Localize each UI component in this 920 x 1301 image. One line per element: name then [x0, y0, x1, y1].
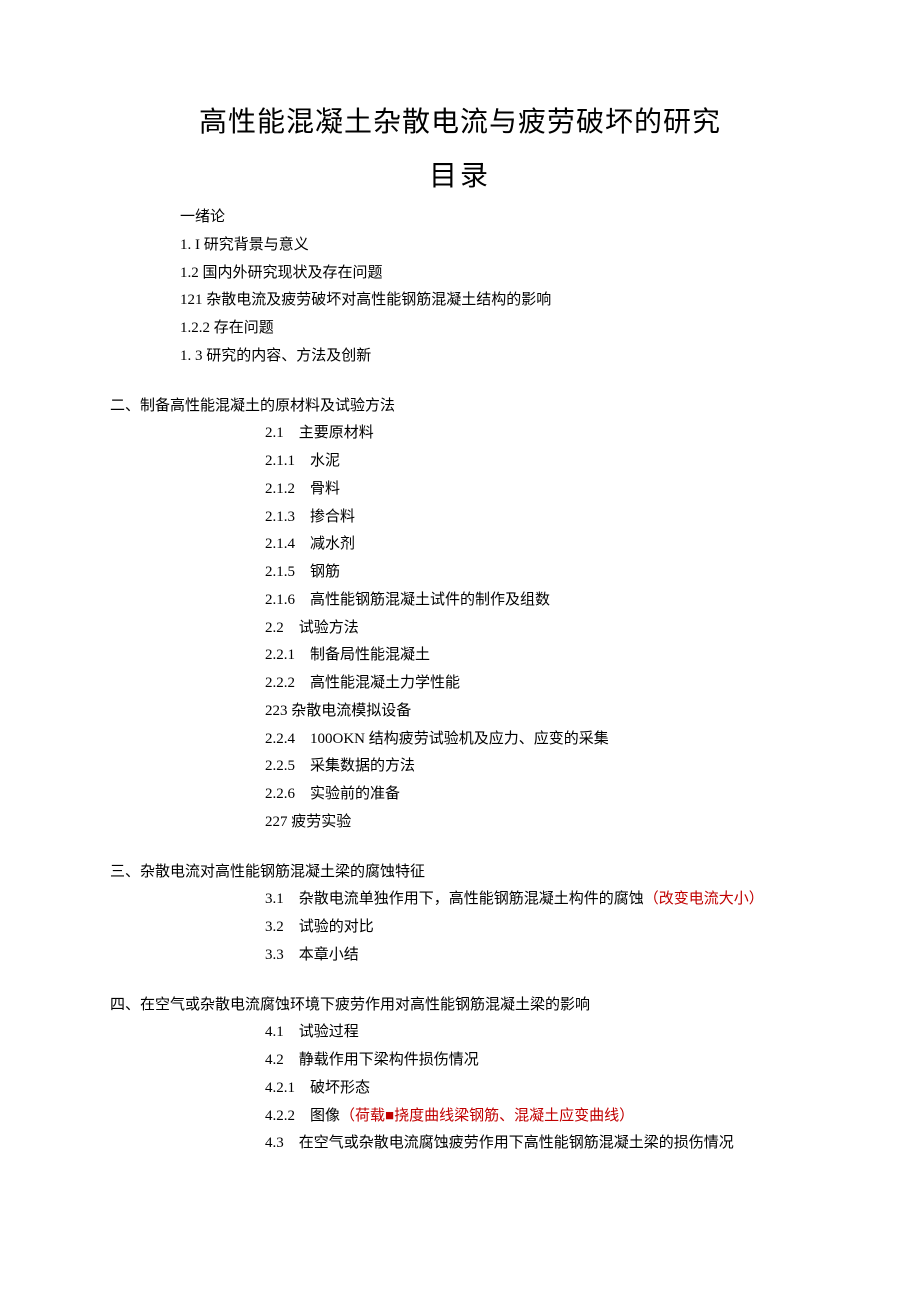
toc-item: 4.2.1 破坏形态: [110, 1075, 810, 1103]
toc-item: 2.2 试验方法: [110, 615, 810, 643]
section-3: 三、杂散电流对高性能钢筋混凝土梁的腐蚀特征 3.1 杂散电流单独作用下，高性能钢…: [110, 859, 810, 970]
toc-item: 2.1 主要原材料: [110, 420, 810, 448]
toc-item: 227 疲劳实验: [110, 809, 810, 837]
toc-item: 2.2.1 制备局性能混凝土: [110, 642, 810, 670]
toc-heading: 一绪论: [110, 204, 810, 232]
toc-item: 121 杂散电流及疲劳破坏对高性能钢筋混凝土结构的影响: [110, 287, 810, 315]
toc-item: 2.1.3 掺合料: [110, 504, 810, 532]
document-title: 高性能混凝土杂散电流与疲劳破坏的研究: [110, 100, 810, 140]
toc-item: 4.3 在空气或杂散电流腐蚀疲劳作用下高性能钢筋混凝土梁的损伤情况: [110, 1130, 810, 1158]
toc-title: 目录: [110, 154, 810, 194]
document-page: 高性能混凝土杂散电流与疲劳破坏的研究 目录 一绪论 1. I 研究背景与意义 1…: [0, 0, 920, 1240]
toc-item-note: （荷载■挠度曲线梁钢筋、混凝土应变曲线）: [340, 1108, 634, 1124]
toc-item: 2.1.2 骨料: [110, 476, 810, 504]
toc-item-text: 3.1 杂散电流单独作用下，高性能钢筋混凝土构件的腐蚀: [265, 891, 644, 907]
toc-item: 4.2 静载作用下梁构件损伤情况: [110, 1047, 810, 1075]
toc-item: 2.2.4 100OKN 结构疲劳试验机及应力、应变的采集: [110, 726, 810, 754]
toc-item: 1.2 国内外研究现状及存在问题: [110, 260, 810, 288]
toc-item: 1. I 研究背景与意义: [110, 232, 810, 260]
toc-item-note: （改变电流大小）: [644, 891, 764, 907]
section-1: 一绪论 1. I 研究背景与意义 1.2 国内外研究现状及存在问题 121 杂散…: [110, 204, 810, 371]
toc-item: 3.3 本章小结: [110, 942, 810, 970]
toc-heading: 四、在空气或杂散电流腐蚀环境下疲劳作用对高性能钢筋混凝土梁的影响: [110, 992, 810, 1020]
toc-item-text: 4.2.2 图像: [265, 1108, 340, 1124]
toc-item: 2.1.1 水泥: [110, 448, 810, 476]
toc-item: 2.2.5 采集数据的方法: [110, 753, 810, 781]
toc-item: 2.1.4 减水剂: [110, 531, 810, 559]
toc-item: 4.2.2 图像（荷载■挠度曲线梁钢筋、混凝土应变曲线）: [110, 1103, 810, 1131]
toc-item: 4.1 试验过程: [110, 1019, 810, 1047]
toc-item: 2.2.2 高性能混凝土力学性能: [110, 670, 810, 698]
section-2: 二、制备高性能混凝土的原材料及试验方法 2.1 主要原材料 2.1.1 水泥 2…: [110, 393, 810, 837]
toc-item: 223 杂散电流模拟设备: [110, 698, 810, 726]
toc-item: 2.1.6 高性能钢筋混凝土试件的制作及组数: [110, 587, 810, 615]
toc-item: 2.2.6 实验前的准备: [110, 781, 810, 809]
toc-heading: 二、制备高性能混凝土的原材料及试验方法: [110, 393, 810, 421]
toc-item: 2.1.5 钢筋: [110, 559, 810, 587]
section-4: 四、在空气或杂散电流腐蚀环境下疲劳作用对高性能钢筋混凝土梁的影响 4.1 试验过…: [110, 992, 810, 1159]
toc-item: 1. 3 研究的内容、方法及创新: [110, 343, 810, 371]
toc-item: 3.2 试验的对比: [110, 914, 810, 942]
toc-item: 3.1 杂散电流单独作用下，高性能钢筋混凝土构件的腐蚀（改变电流大小）: [110, 886, 810, 914]
toc-heading: 三、杂散电流对高性能钢筋混凝土梁的腐蚀特征: [110, 859, 810, 887]
toc-item: 1.2.2 存在问题: [110, 315, 810, 343]
